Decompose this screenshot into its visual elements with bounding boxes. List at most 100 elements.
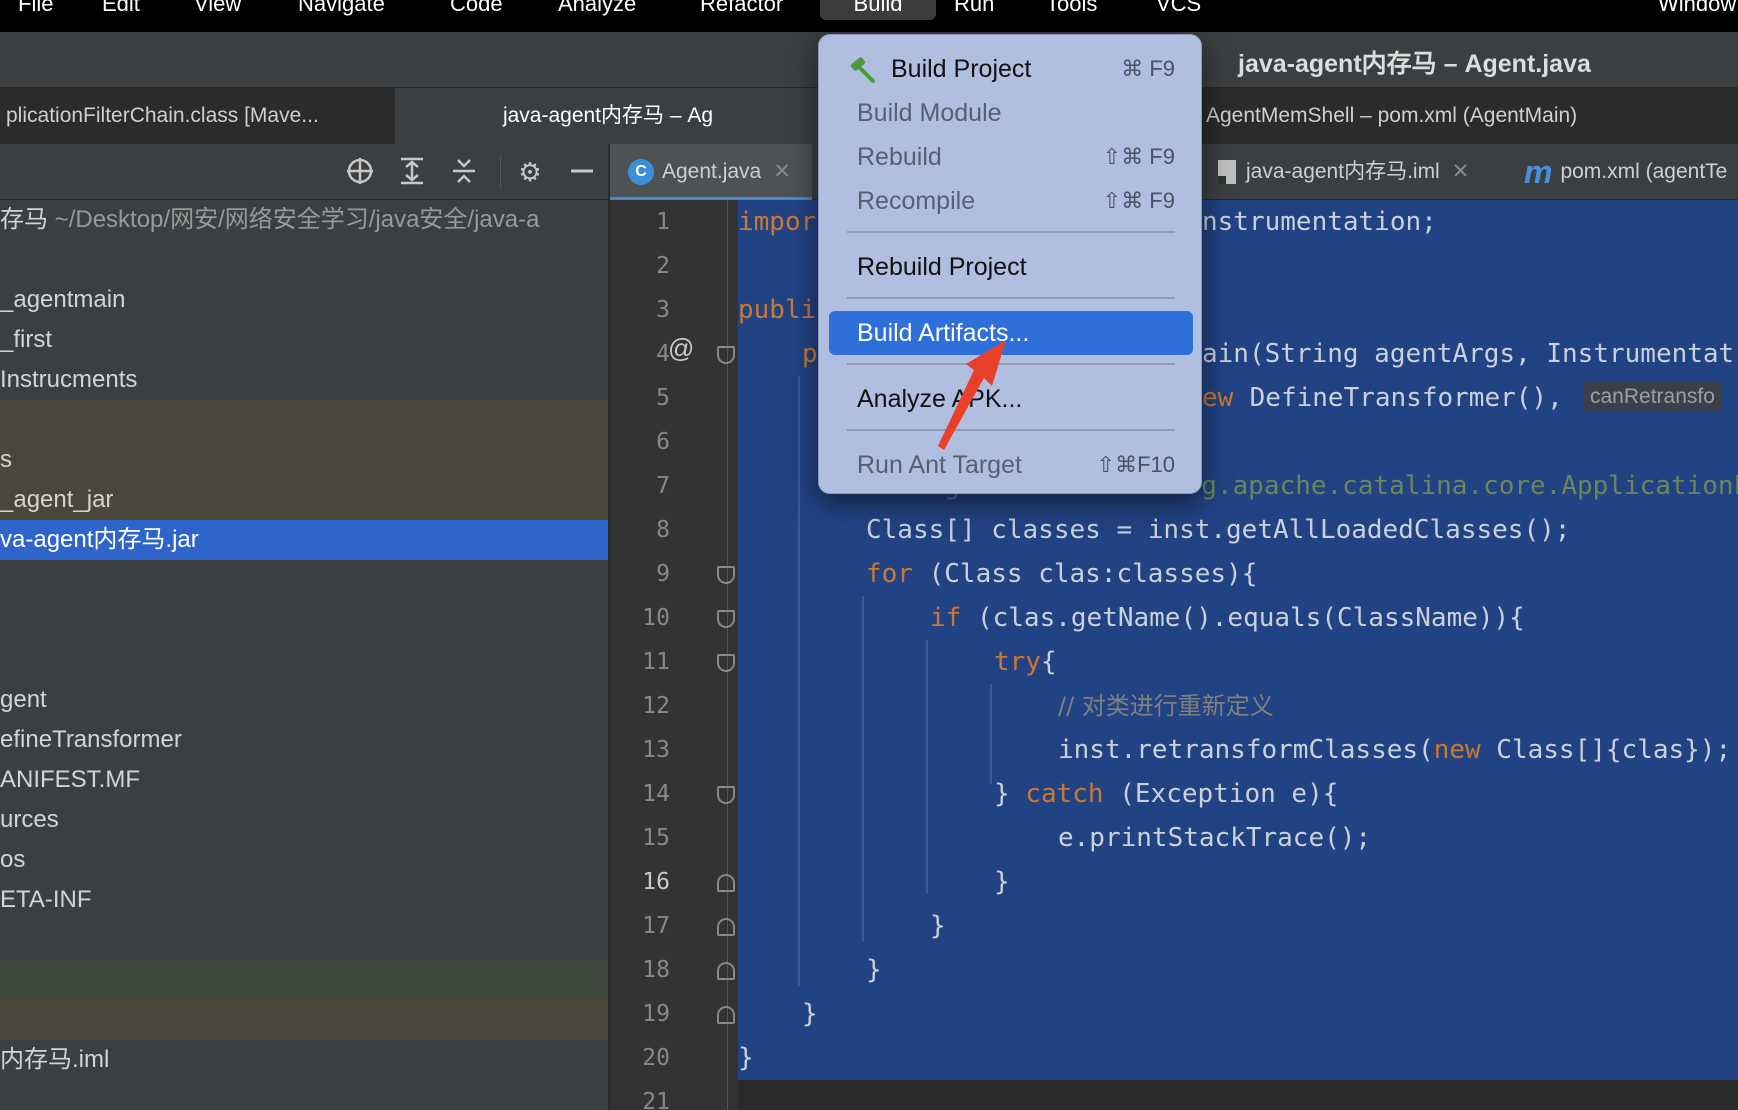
tree-row[interactable]: ETA-INF xyxy=(0,880,608,920)
line-number[interactable]: 20 xyxy=(610,1036,670,1080)
line-number[interactable]: 14 xyxy=(610,772,670,816)
menu-code[interactable]: Code xyxy=(440,0,513,20)
tree-root-path: ~/Desktop/网安/网络安全学习/java安全/java-a xyxy=(54,206,540,233)
unfold-marker-icon[interactable] xyxy=(717,962,735,980)
line-number[interactable]: 4 xyxy=(610,332,670,376)
locate-icon[interactable] xyxy=(344,156,376,188)
menu-item-rebuild[interactable]: Rebuild ⇧⌘ F9 xyxy=(829,135,1193,179)
line-number[interactable]: 6 xyxy=(610,420,670,464)
tree-row[interactable]: Instrucments xyxy=(0,360,608,400)
line-number[interactable]: 19 xyxy=(610,992,670,1036)
line-number[interactable]: 7 xyxy=(610,464,670,508)
unfold-marker-icon[interactable] xyxy=(717,1006,735,1024)
project-panel: 存马 ~/Desktop/网安/网络安全学习/java安全/java-a _ag… xyxy=(0,200,608,1110)
tree-row[interactable]: ANIFEST.MF xyxy=(0,760,608,800)
modified-folder-band xyxy=(0,960,608,1000)
menu-run[interactable]: Run xyxy=(944,0,1004,20)
menu-refactor[interactable]: Refactor xyxy=(690,0,793,20)
line-number[interactable]: 13 xyxy=(610,728,670,772)
fold-marker-icon[interactable] xyxy=(717,566,735,584)
fold-marker-icon[interactable] xyxy=(717,610,735,628)
menu-item-recompile[interactable]: Recompile ⇧⌘ F9 xyxy=(829,179,1193,223)
tree-row[interactable]: _agent_jar xyxy=(0,480,608,520)
line-number[interactable]: 5 xyxy=(610,376,670,420)
code-line-12-comment[interactable]: // 对类进行重新定义 xyxy=(1058,684,1274,728)
line-number[interactable]: 11 xyxy=(610,640,670,684)
line-number[interactable]: 15 xyxy=(610,816,670,860)
line-number[interactable]: 21 xyxy=(610,1080,670,1110)
code-line-9[interactable]: for (Class clas:classes){ xyxy=(866,552,1257,596)
menu-item-rebuild-project[interactable]: Rebuild Project xyxy=(829,245,1193,289)
unfold-marker-icon[interactable] xyxy=(717,918,735,936)
menu-analyze[interactable]: Analyze xyxy=(548,0,646,20)
menu-navigate[interactable]: Navigate xyxy=(288,0,395,20)
menu-item-analyze-apk[interactable]: Analyze APK... xyxy=(829,377,1193,421)
code-line-11[interactable]: try{ xyxy=(994,640,1057,684)
code-line-18[interactable]: } xyxy=(866,948,882,992)
window-tab-filterchain[interactable]: plicationFilterChain.class [Mave... xyxy=(0,88,396,144)
line-number[interactable]: 12 xyxy=(610,684,670,728)
code-line-8[interactable]: Class[] classes = inst.getAllLoadedClass… xyxy=(866,508,1570,552)
menu-file[interactable]: File xyxy=(8,0,63,20)
override-marker-icon[interactable]: @ xyxy=(668,333,694,364)
menu-build[interactable]: Build xyxy=(820,0,936,20)
line-number[interactable]: 10 xyxy=(610,596,670,640)
menu-edit[interactable]: Edit xyxy=(92,0,150,20)
tree-row-selected[interactable]: va-agent内存马.jar xyxy=(0,520,608,560)
line-number[interactable]: 3 xyxy=(610,288,670,332)
code-line-14[interactable]: } catch (Exception e){ xyxy=(994,772,1338,816)
tree-row[interactable]: _first xyxy=(0,320,608,360)
gear-icon[interactable]: ⚙ xyxy=(514,156,546,188)
menu-item-build-artifacts[interactable]: Build Artifacts... xyxy=(829,311,1193,355)
fold-marker-icon[interactable] xyxy=(717,346,735,364)
minimize-icon[interactable] xyxy=(566,156,598,188)
tree-row[interactable]: gent xyxy=(0,680,608,720)
menu-item-run-ant-target[interactable]: Run Ant Target ⇧⌘F10 xyxy=(829,443,1193,487)
editor-tab-agent-java[interactable]: C Agent.java ✕ xyxy=(610,144,812,200)
tree-row[interactable]: urces xyxy=(0,800,608,840)
window-tab-agentmemshell[interactable]: AgentMemShell – pom.xml (AgentMain) xyxy=(1200,88,1738,144)
code-line-20[interactable]: } xyxy=(738,1036,754,1080)
menu-vcs[interactable]: VCS xyxy=(1146,0,1211,20)
indent-guide xyxy=(798,376,800,986)
line-number[interactable]: 17 xyxy=(610,904,670,948)
line-number[interactable]: 16 xyxy=(610,860,670,904)
collapse-all-icon[interactable] xyxy=(448,156,480,188)
tree-row[interactable]: 内存马.iml xyxy=(0,1040,608,1080)
java-class-icon: C xyxy=(628,159,654,186)
fold-marker-icon[interactable] xyxy=(717,786,735,804)
line-number[interactable]: 8 xyxy=(610,508,670,552)
line-number[interactable]: 2 xyxy=(610,244,670,288)
line-number[interactable]: 9 xyxy=(610,552,670,596)
tree-row[interactable]: efineTransformer xyxy=(0,720,608,760)
parameter-hint: canRetransfo xyxy=(1584,382,1721,412)
menu-item-build-project[interactable]: Build Project ⌘ F9 xyxy=(829,47,1193,91)
menu-window[interactable]: Window xyxy=(1648,0,1738,20)
code-line-15[interactable]: e.printStackTrace(); xyxy=(1058,816,1371,860)
menu-item-build-module[interactable]: Build Module xyxy=(829,91,1193,135)
window-tab-java-agent[interactable]: java-agent内存马 – Ag xyxy=(396,88,820,144)
fold-marker-icon[interactable] xyxy=(717,654,735,672)
code-line-16[interactable]: } xyxy=(994,860,1010,904)
close-icon[interactable]: ✕ xyxy=(773,160,791,183)
code-line-10[interactable]: if (clas.getName().equals(ClassName)){ xyxy=(930,596,1525,640)
code-line-19[interactable]: } xyxy=(802,992,818,1036)
close-icon[interactable]: ✕ xyxy=(1452,160,1470,183)
line-number[interactable]: 18 xyxy=(610,948,670,992)
menu-view[interactable]: View xyxy=(184,0,251,20)
tree-root-row[interactable]: 存马 ~/Desktop/网安/网络安全学习/java安全/java-a xyxy=(0,200,608,240)
editor-tab-pom[interactable]: m pom.xml (agentTe xyxy=(1524,144,1738,200)
code-line-1[interactable]: impor nstrumentation; xyxy=(738,200,1437,244)
unfold-marker-icon[interactable] xyxy=(717,874,735,892)
editor-tab-iml[interactable]: java-agent内存马.iml ✕ xyxy=(1218,144,1518,200)
tree-row[interactable]: os xyxy=(0,840,608,880)
code-line-3[interactable]: publi xyxy=(738,288,816,332)
line-number[interactable]: 1 xyxy=(610,200,670,244)
tree-row[interactable]: _agentmain xyxy=(0,280,608,320)
menu-tools[interactable]: Tools xyxy=(1036,0,1107,20)
expand-all-icon[interactable] xyxy=(396,156,428,188)
tree-row[interactable]: s xyxy=(0,440,608,480)
code-line-17[interactable]: } xyxy=(930,904,946,948)
code-area-unselected[interactable] xyxy=(738,1080,1738,1110)
code-line-13[interactable]: inst.retransformClasses(new Class[]{clas… xyxy=(1058,728,1731,772)
